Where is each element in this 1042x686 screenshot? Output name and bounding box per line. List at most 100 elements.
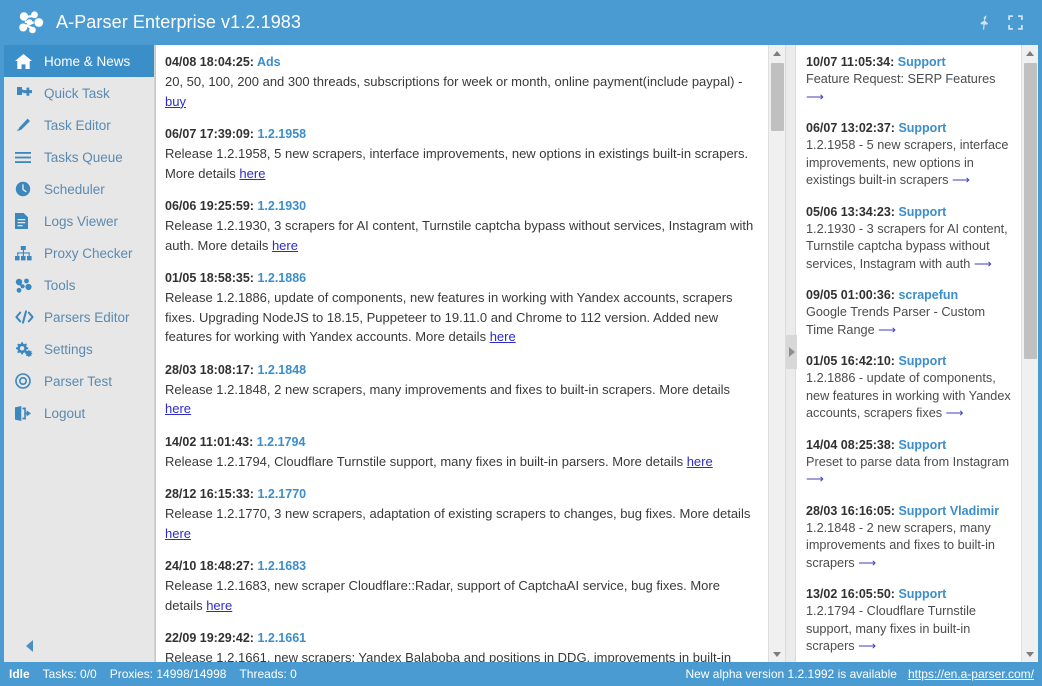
forum-item-author[interactable]: Support xyxy=(898,121,946,135)
arrow-right-icon[interactable]: ⟶ xyxy=(806,472,824,486)
forum-item-author[interactable]: scrapefun xyxy=(898,288,958,302)
forum-item-body: 1.2.1886 - update of components, new fea… xyxy=(806,370,1013,423)
update-link[interactable]: https://en.a-parser.com/ xyxy=(908,667,1034,681)
arrow-right-icon[interactable]: ⟶ xyxy=(858,639,876,653)
forum-item-header: 10/07 11:05:34: Support xyxy=(806,54,1013,70)
forum-item-author[interactable]: Support xyxy=(898,55,946,69)
status-state: Idle xyxy=(9,667,30,681)
pane-splitter[interactable] xyxy=(785,45,796,662)
forum-scrollbar[interactable] xyxy=(1021,45,1038,662)
forum-list: 10/07 11:05:34: Support Feature Request:… xyxy=(796,45,1021,662)
forum-item-date: 01/05 16:42:10: xyxy=(806,354,898,368)
news-item: 28/03 18:08:17: 1.2.1848 Release 1.2.184… xyxy=(165,362,754,419)
news-item-link[interactable]: here xyxy=(165,401,191,416)
news-item-link[interactable]: here xyxy=(206,598,232,613)
news-scrollbar-track[interactable] xyxy=(769,61,786,646)
news-item-date: 01/05 18:58:35: xyxy=(165,271,257,285)
scroll-up-button[interactable] xyxy=(1022,45,1039,61)
news-item-body: 20, 50, 100, 200 and 300 threads, subscr… xyxy=(165,72,754,111)
news-item-link[interactable]: here xyxy=(165,526,191,541)
news-item-link[interactable]: here xyxy=(272,238,298,253)
sidebar-item-proxy-checker[interactable]: Proxy Checker xyxy=(4,237,154,269)
sidebar-item-parsers-editor[interactable]: Parsers Editor xyxy=(4,301,154,333)
news-item-version[interactable]: 1.2.1958 xyxy=(257,127,306,141)
news-item-body: Release 1.2.1886, update of components, … xyxy=(165,288,754,347)
forum-item-author[interactable]: Support xyxy=(898,438,946,452)
news-scrollbar-thumb[interactable] xyxy=(771,63,784,131)
news-item-body: Release 1.2.1794, Cloudflare Turnstile s… xyxy=(165,452,754,472)
forum-item: 09/05 01:00:36: scrapefun Google Trends … xyxy=(806,287,1013,339)
news-item: 04/08 18:04:25: Ads 20, 50, 100, 200 and… xyxy=(165,54,754,111)
arrow-right-icon[interactable]: ⟶ xyxy=(878,323,896,337)
forum-item-body: Google Trends Parser - Custom Time Range… xyxy=(806,304,1013,339)
pane-splitter-handle[interactable] xyxy=(786,335,797,369)
forum-item: 06/07 13:02:37: Support 1.2.1958 - 5 new… xyxy=(806,120,1013,190)
sidebar-item-logout[interactable]: Logout xyxy=(4,397,154,429)
news-item-link[interactable]: here xyxy=(490,329,516,344)
news-item-date: 28/03 18:08:17: xyxy=(165,363,257,377)
sidebar-item-label: Settings xyxy=(44,342,93,357)
chevron-up-icon xyxy=(1026,51,1034,56)
news-item-text: 20, 50, 100, 200 and 300 threads, subscr… xyxy=(165,74,742,89)
pin-icon[interactable] xyxy=(976,14,993,31)
news-item-version[interactable]: 1.2.1683 xyxy=(257,559,306,573)
forum-item-author[interactable]: Support xyxy=(898,587,946,601)
fullscreen-icon[interactable] xyxy=(1007,14,1024,31)
forum-item-date: 10/07 11:05:34: xyxy=(806,55,898,69)
news-item-header: 24/10 18:48:27: 1.2.1683 xyxy=(165,558,754,575)
arrow-right-icon[interactable]: ⟶ xyxy=(946,406,964,420)
sidebar-item-scheduler[interactable]: Scheduler xyxy=(4,173,154,205)
news-item-version[interactable]: 1.2.1886 xyxy=(257,271,306,285)
sidebar-nav-list: Home & News Quick Task Task Editor xyxy=(4,45,154,630)
forum-item-body: 1.2.1848 - 2 new scrapers, many improvem… xyxy=(806,520,1013,573)
news-item: 14/02 11:01:43: 1.2.1794 Release 1.2.179… xyxy=(165,434,754,472)
forum-item-date: 13/02 16:05:50: xyxy=(806,587,898,601)
forum-item: 01/05 16:42:10: Support 1.2.1886 - updat… xyxy=(806,353,1013,423)
news-scrollbar[interactable] xyxy=(768,45,785,662)
sidebar-item-tasks-queue[interactable]: Tasks Queue xyxy=(4,141,154,173)
scroll-down-button[interactable] xyxy=(1022,646,1039,662)
sidebar-item-settings[interactable]: Settings xyxy=(4,333,154,365)
scroll-up-button[interactable] xyxy=(769,45,786,61)
forum-item-author[interactable]: Support Vladimir xyxy=(898,504,999,518)
forum-scrollbar-thumb[interactable] xyxy=(1024,63,1037,359)
sidebar-item-tools[interactable]: Tools xyxy=(4,269,154,301)
news-item-version[interactable]: 1.2.1770 xyxy=(257,487,306,501)
news-item-version[interactable]: 1.2.1848 xyxy=(257,363,306,377)
arrow-right-icon[interactable]: ⟶ xyxy=(858,556,876,570)
news-item-body: Release 1.2.1848, 2 new scrapers, many i… xyxy=(165,380,754,419)
sidebar-item-home-news[interactable]: Home & News xyxy=(4,45,154,77)
sidebar-item-quick-task[interactable]: Quick Task xyxy=(4,77,154,109)
news-item-link[interactable]: here xyxy=(239,166,265,181)
sidebar-item-label: Logout xyxy=(44,406,85,421)
forum-scrollbar-track[interactable] xyxy=(1022,61,1039,646)
forum-item-text: 1.2.1886 - update of components, new fea… xyxy=(806,371,1011,420)
forum-item-author[interactable]: Support xyxy=(898,205,946,219)
chevron-right-icon xyxy=(789,347,795,357)
news-item-version[interactable]: Ads xyxy=(257,55,281,69)
home-icon xyxy=(15,52,35,70)
news-item: 01/05 18:58:35: 1.2.1886 Release 1.2.188… xyxy=(165,270,754,347)
sidebar-item-label: Task Editor xyxy=(44,118,111,133)
collapse-left-icon[interactable] xyxy=(26,640,33,652)
sidebar-item-parser-test[interactable]: Parser Test xyxy=(4,365,154,397)
news-item-text: Release 1.2.1770, 3 new scrapers, adapta… xyxy=(165,506,750,521)
arrow-right-icon[interactable]: ⟶ xyxy=(974,257,992,271)
news-item-version[interactable]: 1.2.1661 xyxy=(257,631,306,645)
arrow-right-icon[interactable]: ⟶ xyxy=(806,90,824,104)
news-item-link[interactable]: here xyxy=(687,454,713,469)
news-item-link[interactable]: buy xyxy=(165,94,186,109)
forum-item-author[interactable]: Support xyxy=(898,354,946,368)
app-window: A-Parser Enterprise v1.2.1983 xyxy=(0,0,1042,686)
sidebar-item-logs-viewer[interactable]: Logs Viewer xyxy=(4,205,154,237)
news-item-date: 04/08 18:04:25: xyxy=(165,55,257,69)
arrow-right-icon[interactable]: ⟶ xyxy=(952,173,970,187)
target-icon xyxy=(15,372,35,390)
main-body: Home & News Quick Task Task Editor xyxy=(0,45,1042,662)
sidebar-item-label: Parser Test xyxy=(44,374,112,389)
sidebar-item-task-editor[interactable]: Task Editor xyxy=(4,109,154,141)
news-item-version[interactable]: 1.2.1794 xyxy=(257,435,306,449)
scroll-down-button[interactable] xyxy=(769,646,786,662)
molecule-icon xyxy=(15,276,35,294)
news-item-version[interactable]: 1.2.1930 xyxy=(257,199,306,213)
